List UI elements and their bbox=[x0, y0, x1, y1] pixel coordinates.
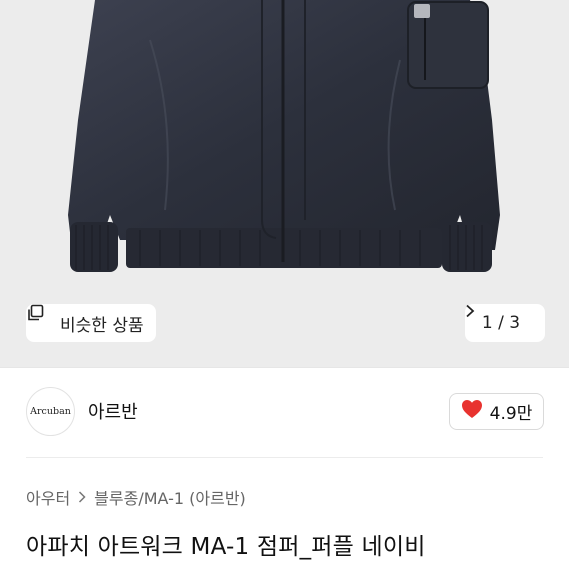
pager-text: 1 / 3 bbox=[481, 313, 521, 333]
divider bbox=[26, 457, 543, 458]
breadcrumb-item-category[interactable]: 블루종/MA-1 (아르반) bbox=[94, 485, 246, 509]
product-image[interactable]: 비슷한 상품 1 / 3 bbox=[0, 0, 569, 367]
similar-products-label: 비슷한 상품 bbox=[60, 315, 144, 336]
like-button[interactable]: 4.9만 bbox=[449, 393, 544, 430]
breadcrumb: 아우터 블루종/MA-1 (아르반) bbox=[26, 485, 246, 509]
like-count: 4.9만 bbox=[489, 404, 533, 424]
product-title: 아파치 아트워크 MA-1 점퍼_퍼플 네이비 bbox=[26, 534, 426, 560]
breadcrumb-item-outer[interactable]: 아우터 bbox=[26, 485, 70, 509]
similar-products-button[interactable]: 비슷한 상품 bbox=[26, 304, 156, 342]
chevron-right-icon bbox=[78, 488, 86, 507]
section-divider bbox=[0, 367, 569, 368]
heart-icon bbox=[461, 399, 483, 424]
brand-logo-text: Arcuban bbox=[30, 406, 71, 417]
image-pager[interactable]: 1 / 3 bbox=[465, 304, 545, 342]
brand-name[interactable]: 아르반 bbox=[88, 398, 138, 424]
copy-icon bbox=[28, 304, 54, 332]
brand-logo[interactable]: Arcuban bbox=[26, 387, 75, 436]
